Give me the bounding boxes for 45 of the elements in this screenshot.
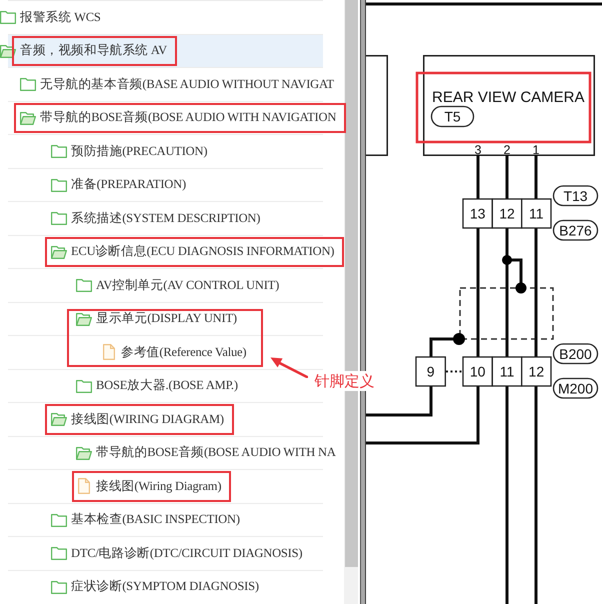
junction-dot (502, 255, 512, 265)
tree-item[interactable]: 带导航的BOSE音频(BOSE AUDIO WITH NAVIGATION (0, 102, 336, 134)
tree-item[interactable]: ECU诊断信息(ECU DIAGNOSIS INFORMATION) (0, 236, 334, 268)
wire (534, 155, 538, 199)
tree-item[interactable]: 系统描述(SYSTEM DESCRIPTION) (0, 202, 260, 234)
tree-item[interactable]: 带导航的BOSE音频(BOSE AUDIO WITH NA (0, 436, 336, 469)
pin-number: 3 (474, 143, 482, 157)
tree-item[interactable]: AV控制单元(AV CONTROL UNIT) (0, 269, 280, 302)
callout-arrow (270, 356, 308, 378)
wire (476, 155, 480, 199)
junction-dot (453, 333, 465, 345)
dotted-link (446, 370, 463, 372)
connector-label: T5 (430, 106, 474, 128)
file-icon (78, 478, 90, 494)
connector-pin: 9 (415, 356, 446, 387)
connector-pin: 12 (521, 356, 552, 387)
file-icon (103, 344, 115, 360)
connector-pin: 11 (492, 356, 522, 387)
tree-item[interactable]: 预防措施(PRECAUTION) (0, 135, 208, 168)
connector-pin: 11 (521, 198, 552, 229)
connector-pin: 13 (462, 198, 493, 229)
tree-item[interactable]: 基本检查(BASIC INSPECTION) (0, 504, 240, 536)
tree-item[interactable]: 显示单元(DISPLAY UNIT) (0, 302, 237, 335)
tree-item[interactable]: 接线图(Wiring Diagram) (0, 470, 222, 502)
callout-label: 针脚定义 (312, 371, 376, 392)
pin-number: 1 (532, 143, 540, 157)
connector-pin: 10 (462, 356, 493, 387)
connector-label: B200 (552, 343, 598, 364)
junction-dot (516, 282, 526, 294)
connector-label: B276 (552, 220, 598, 241)
tree-item[interactable]: BOSE放大器.(BOSE AMP.) (0, 370, 238, 402)
tree-item[interactable]: 报警系统 WCS (0, 1, 101, 34)
tree-item[interactable]: 准备(PREPARATION) (0, 168, 186, 201)
tree-item[interactable]: 无导航的基本音频(BASE AUDIO WITHOUT NAVIGAT (0, 68, 334, 100)
wire (506, 155, 508, 199)
component-title: REAR VIEW CAMERA (432, 89, 585, 106)
tree-item[interactable]: DTC/电路诊断(DTC/CIRCUIT DIAGNOSIS) (0, 537, 302, 570)
connector-label: M200 (552, 378, 598, 399)
connector-label: T13 (552, 185, 598, 206)
tree-item[interactable]: 症状诊断(SYMPTOM DIAGNOSIS) (0, 570, 259, 603)
pin-number: 2 (504, 143, 510, 157)
connector-pin: 12 (492, 198, 522, 229)
tree-item[interactable]: 音频，视频和导航系统 AV (0, 34, 323, 67)
tree-item[interactable]: 参考值(Reference Value) (0, 336, 246, 368)
tree-item[interactable]: 接线图(WIRING DIAGRAM) (0, 403, 224, 436)
